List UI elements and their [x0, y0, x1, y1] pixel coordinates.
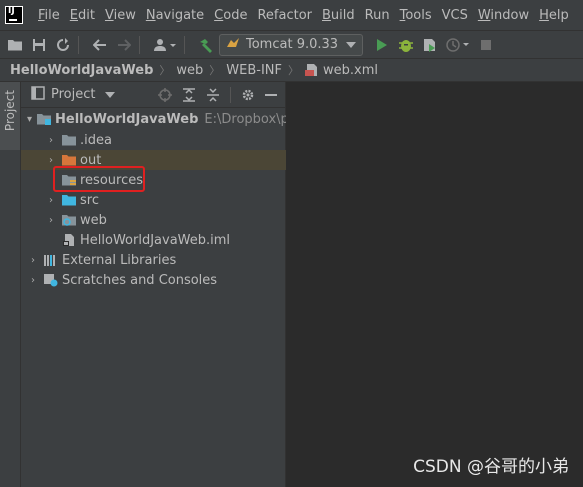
- chevron-right-icon[interactable]: ›: [45, 154, 57, 166]
- tree-item-web[interactable]: › web: [21, 210, 286, 230]
- toolbar-separator: [139, 35, 140, 54]
- menu-vcs[interactable]: VCS: [437, 8, 473, 23]
- chevron-down-icon[interactable]: [105, 91, 116, 98]
- user-dropdown-icon[interactable]: [152, 36, 178, 54]
- tree-item-idea[interactable]: › .idea: [21, 130, 286, 150]
- chevron-right-icon[interactable]: ›: [45, 194, 57, 206]
- debug-icon[interactable]: [397, 36, 415, 54]
- expand-all-icon[interactable]: [182, 87, 196, 102]
- chevron-right-icon[interactable]: ›: [27, 254, 39, 266]
- hide-panel-icon[interactable]: [265, 93, 277, 97]
- tree-item-iml-file[interactable]: HelloWorldJavaWeb.iml: [21, 230, 286, 250]
- menu-help[interactable]: Help: [534, 8, 574, 23]
- breadcrumb-web-inf[interactable]: WEB-INF: [226, 63, 282, 78]
- chevron-right-icon[interactable]: ›: [45, 134, 57, 146]
- menu-file[interactable]: File: [33, 8, 65, 23]
- gear-icon[interactable]: [241, 88, 255, 102]
- project-view-selector[interactable]: Project: [51, 87, 95, 102]
- menu-view[interactable]: View: [100, 8, 141, 23]
- run-icon[interactable]: [373, 36, 391, 54]
- toolbar-separator: [78, 35, 79, 54]
- module-folder-icon: [36, 112, 52, 126]
- tree-item-external-libraries[interactable]: › External Libraries: [21, 250, 286, 270]
- project-tool-tab[interactable]: Project: [0, 82, 20, 150]
- project-tool-tab-label: Project: [3, 90, 17, 132]
- folder-icon: [61, 133, 77, 147]
- chevron-right-icon[interactable]: ›: [45, 214, 57, 226]
- project-tree: ▾ HelloWorldJavaWeb E:\Dropbox\pho › .id…: [21, 108, 305, 290]
- editor-area[interactable]: [286, 82, 583, 487]
- profiler-dropdown-icon[interactable]: [445, 36, 471, 54]
- web-folder-icon: [61, 213, 77, 227]
- menu-tools[interactable]: Tools: [395, 8, 437, 23]
- menu-bar: File Edit View Navigate Code Refactor Bu…: [0, 0, 583, 30]
- chevron-down-icon[interactable]: ▾: [27, 113, 32, 125]
- chevron-down-icon: [346, 37, 357, 52]
- menu-run[interactable]: Run: [360, 8, 395, 23]
- stop-icon[interactable]: [477, 36, 495, 54]
- navigation-breadcrumb: HelloWorldJavaWeb 〉 web 〉 WEB-INF 〉 web.…: [0, 58, 583, 82]
- menu-build[interactable]: Build: [317, 8, 360, 23]
- source-folder-icon: [61, 193, 77, 207]
- toolbar-separator: [184, 35, 185, 54]
- chevron-right-icon: 〉: [287, 64, 299, 77]
- tree-item-project-root[interactable]: ▾ HelloWorldJavaWeb E:\Dropbox\pho: [21, 108, 305, 130]
- forward-arrow-icon[interactable]: [115, 36, 133, 54]
- tree-item-src[interactable]: › src: [21, 190, 286, 210]
- breadcrumb-project[interactable]: HelloWorldJavaWeb: [10, 63, 153, 78]
- breadcrumb-web-xml[interactable]: web.xml: [323, 63, 378, 78]
- locate-file-icon[interactable]: [158, 87, 172, 102]
- intellij-logo-icon: [5, 6, 23, 24]
- project-tool-window: Project ▾ HelloWorldJavaWeb E:\Dropbox\p…: [21, 82, 305, 487]
- build-hammer-icon[interactable]: [197, 36, 215, 54]
- menu-code[interactable]: Code: [209, 8, 252, 23]
- menu-navigate[interactable]: Navigate: [141, 8, 209, 23]
- menu-window[interactable]: Window: [473, 8, 534, 23]
- left-tool-stripe: Project: [0, 82, 21, 487]
- menu-refactor[interactable]: Refactor: [252, 8, 317, 23]
- chevron-right-icon: 〉: [159, 64, 171, 77]
- xml-file-icon: [304, 63, 319, 77]
- annotation-highlight-box: [53, 166, 145, 192]
- chevron-right-icon[interactable]: ›: [27, 274, 39, 286]
- tree-item-scratches-consoles[interactable]: › Scratches and Consoles: [21, 270, 286, 290]
- project-panel-header: Project: [21, 82, 285, 108]
- run-configuration-selector[interactable]: Tomcat 9.0.33: [219, 33, 364, 56]
- library-icon: [43, 253, 59, 267]
- project-view-icon: [31, 85, 45, 104]
- iml-file-icon: [61, 233, 77, 247]
- scratches-icon: [43, 273, 59, 287]
- menu-edit[interactable]: Edit: [65, 8, 100, 23]
- sync-icon[interactable]: [54, 36, 72, 54]
- excluded-folder-icon: [61, 153, 77, 167]
- tomcat-icon: [226, 37, 240, 53]
- watermark-text: CSDN @谷哥的小弟: [413, 457, 569, 477]
- main-toolbar: Tomcat 9.0.33: [0, 30, 583, 58]
- project-panel-tools: [158, 86, 285, 103]
- breadcrumb-web[interactable]: web: [176, 63, 203, 78]
- chevron-right-icon: 〉: [209, 64, 221, 77]
- open-folder-icon[interactable]: [6, 36, 24, 54]
- panel-tools-separator: [230, 86, 231, 103]
- collapse-all-icon[interactable]: [206, 87, 220, 102]
- run-with-coverage-icon[interactable]: [421, 36, 439, 54]
- save-all-icon[interactable]: [30, 36, 48, 54]
- back-arrow-icon[interactable]: [91, 36, 109, 54]
